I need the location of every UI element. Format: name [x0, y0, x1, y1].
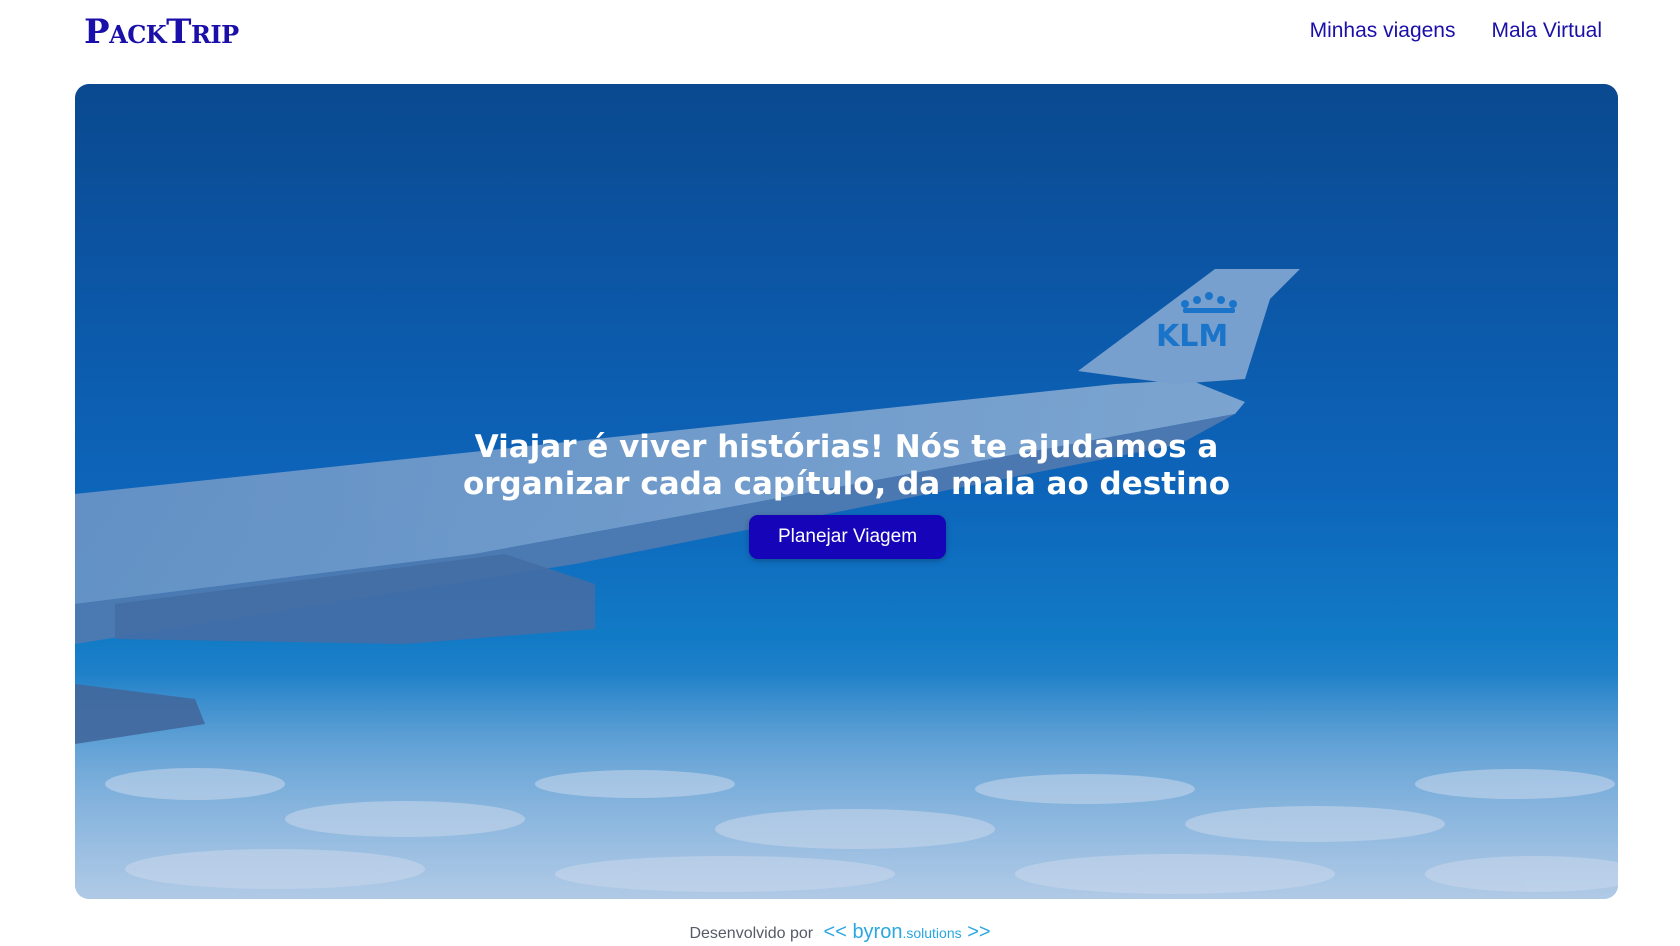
byron-right-chevrons: >>: [967, 921, 991, 943]
footer: Desenvolvido por << byron.solutions >>: [0, 922, 1680, 944]
main-nav: Minhas viagens Mala Virtual: [1310, 16, 1602, 46]
hero-headline-line2: organizar cada capítulo, da mala ao dest…: [462, 466, 1231, 502]
packtrip-logo[interactable]: PackTrip: [84, 6, 239, 58]
footer-prefix: Desenvolvido por: [689, 925, 814, 942]
hero-headline: Viajar é viver histórias! Nós te ajudamo…: [75, 429, 1618, 503]
hero-banner: KLM Viajar é viver histórias! Nós te aju…: [75, 84, 1618, 899]
nav-minhas-viagens[interactable]: Minhas viagens: [1310, 16, 1456, 46]
byron-solutions-link[interactable]: << byron.solutions >>: [824, 921, 991, 943]
planejar-viagem-button[interactable]: Planejar Viagem: [749, 515, 946, 559]
byron-name: byron: [852, 921, 903, 943]
byron-left-chevrons: <<: [823, 921, 847, 943]
top-header: PackTrip Minhas viagens Mala Virtual: [0, 0, 1680, 84]
hero-headline-line1: Viajar é viver histórias! Nós te ajudamo…: [474, 429, 1219, 465]
nav-mala-virtual[interactable]: Mala Virtual: [1492, 16, 1603, 46]
byron-suffix: .solutions: [902, 925, 962, 941]
